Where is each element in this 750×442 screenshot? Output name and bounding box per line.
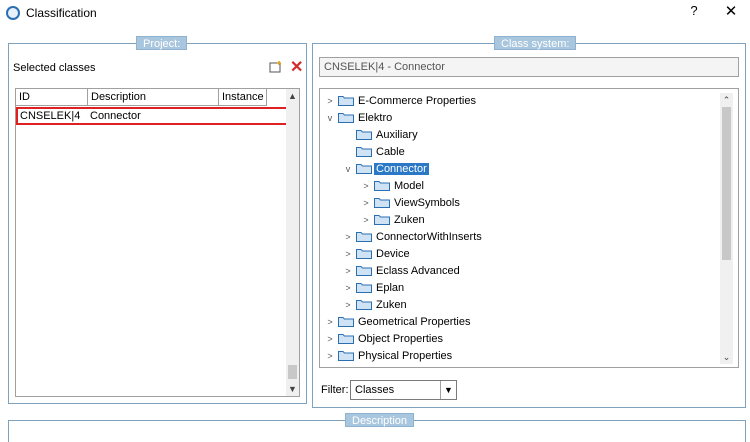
filter-label: Filter: [321, 384, 349, 396]
folder-icon [356, 282, 372, 293]
tree-node[interactable]: > Eplan [342, 279, 406, 296]
row-description: Connector [90, 110, 141, 122]
selected-class-path: CNSELEK|4 - Connector [319, 57, 739, 77]
selected-classes-label: Selected classes [13, 62, 96, 74]
tree-node-label: Connector [374, 162, 429, 175]
row-id: CNSELEK|4 [20, 110, 81, 122]
table-row[interactable]: CNSELEK|4 Connector [16, 107, 288, 125]
description-group: Description [8, 413, 746, 442]
class-system-group: Class system: CNSELEK|4 - Connector > E-C… [312, 36, 746, 408]
chevron-right-icon[interactable]: > [324, 317, 336, 327]
folder-icon [338, 316, 354, 327]
list-header: ID Description Instance [16, 89, 288, 106]
tree-node-label: Eclass Advanced [376, 264, 460, 277]
tree-node-label: Physical Properties [358, 349, 453, 362]
chevron-right-icon[interactable]: > [360, 198, 372, 208]
tree-node[interactable]: > ConnectorWithInserts [342, 228, 484, 245]
chevron-right-icon[interactable]: > [342, 249, 354, 259]
chevron-right-icon[interactable]: > [324, 334, 336, 344]
tree-node[interactable]: > Device [342, 245, 412, 262]
project-group: Project: Selected classes ✕ ID Descripti… [8, 36, 307, 404]
folder-icon [374, 180, 390, 191]
filter-value: Classes [355, 384, 395, 396]
folder-icon [356, 299, 372, 310]
folder-icon [356, 146, 372, 157]
chevron-right-icon[interactable]: > [342, 300, 354, 310]
help-button[interactable]: ? [686, 3, 702, 18]
folder-icon [374, 197, 390, 208]
tree-node-label: E-Commerce Properties [358, 94, 476, 107]
tree-node-label: Geometrical Properties [358, 315, 471, 328]
tree-node[interactable]: > E-Commerce Properties [324, 92, 478, 109]
column-header-instance[interactable]: Instance [219, 89, 267, 106]
scroll-thumb[interactable] [288, 365, 297, 379]
close-button[interactable]: ✕ [723, 2, 739, 20]
column-header-id[interactable]: ID [16, 89, 88, 106]
chevron-right-icon[interactable]: > [342, 266, 354, 276]
tree-node-label: Auxiliary [376, 128, 418, 141]
window-title: Classification [26, 6, 97, 20]
filter-select[interactable]: Classes ▼ [350, 380, 457, 400]
tree-node[interactable]: v Connector [342, 160, 429, 177]
folder-icon [356, 248, 372, 259]
tree-node[interactable]: > Zuken [360, 211, 427, 228]
title-bar: Classification ? ✕ [0, 0, 750, 28]
folder-icon [356, 163, 372, 174]
class-system-group-title: Class system: [494, 36, 577, 50]
folder-icon [374, 214, 390, 225]
tree-node-label: Model [394, 179, 424, 192]
class-tree[interactable]: > E-Commerce Properties v Elektro Auxiliary C… [319, 88, 739, 368]
tree-node-label: Elektro [358, 111, 393, 124]
selected-classes-list[interactable]: ID Description Instance CNSELEK|4 Connec… [15, 88, 300, 397]
tree-node-label: Cable [376, 145, 405, 158]
app-logo-icon [6, 6, 20, 20]
new-class-icon[interactable] [269, 60, 283, 74]
folder-icon [338, 333, 354, 344]
scroll-thumb[interactable] [722, 107, 731, 260]
chevron-right-icon[interactable]: > [360, 181, 372, 191]
tree-node-label: ConnectorWithInserts [376, 230, 482, 243]
folder-icon [356, 231, 372, 242]
tree-node-label: ViewSymbols [394, 196, 460, 209]
tree-node-label: Zuken [376, 298, 407, 311]
chevron-right-icon[interactable]: > [342, 232, 354, 242]
description-group-title: Description [345, 413, 415, 427]
column-header-description[interactable]: Description [88, 89, 219, 106]
project-group-title: Project: [136, 36, 188, 50]
tree-node-label: Zuken [394, 213, 425, 226]
folder-icon [338, 112, 354, 123]
tree-node[interactable]: > ViewSymbols [360, 194, 462, 211]
scroll-down-icon[interactable]: ▼ [286, 382, 299, 396]
scroll-up-icon[interactable]: ⌃ [720, 93, 733, 107]
tree-scrollbar[interactable]: ⌃ ⌄ [720, 93, 733, 364]
chevron-down-icon[interactable]: ▼ [440, 381, 456, 399]
folder-icon [356, 265, 372, 276]
tree-node[interactable]: Auxiliary [342, 126, 420, 143]
list-scrollbar[interactable]: ▲ ▼ [286, 89, 299, 396]
chevron-right-icon[interactable]: > [324, 96, 336, 106]
tree-node[interactable]: > Model [360, 177, 426, 194]
tree-node[interactable]: > Eclass Advanced [342, 262, 462, 279]
tree-node[interactable]: > Zuken [342, 296, 409, 313]
chevron-down-icon[interactable]: v [342, 164, 354, 174]
scroll-up-icon[interactable]: ▲ [286, 89, 299, 103]
chevron-right-icon[interactable]: > [360, 215, 372, 225]
tree-node[interactable]: v Elektro [324, 109, 394, 126]
tree-node[interactable]: > Physical Properties [324, 347, 454, 364]
folder-icon [356, 129, 372, 140]
tree-node-label: Object Properties [358, 332, 443, 345]
chevron-down-icon[interactable]: v [324, 113, 336, 123]
tree-node[interactable]: > Geometrical Properties [324, 313, 473, 330]
tree-node[interactable]: > Object Properties [324, 330, 445, 347]
chevron-right-icon[interactable]: > [342, 283, 354, 293]
tree-node-label: Device [376, 247, 410, 260]
folder-icon [338, 95, 354, 106]
scroll-down-icon[interactable]: ⌄ [720, 350, 733, 364]
delete-icon[interactable]: ✕ [290, 57, 303, 77]
chevron-right-icon[interactable]: > [324, 351, 336, 361]
tree-node-label: Eplan [376, 281, 405, 294]
tree-node[interactable]: Cable [342, 143, 407, 160]
folder-icon [338, 350, 354, 361]
